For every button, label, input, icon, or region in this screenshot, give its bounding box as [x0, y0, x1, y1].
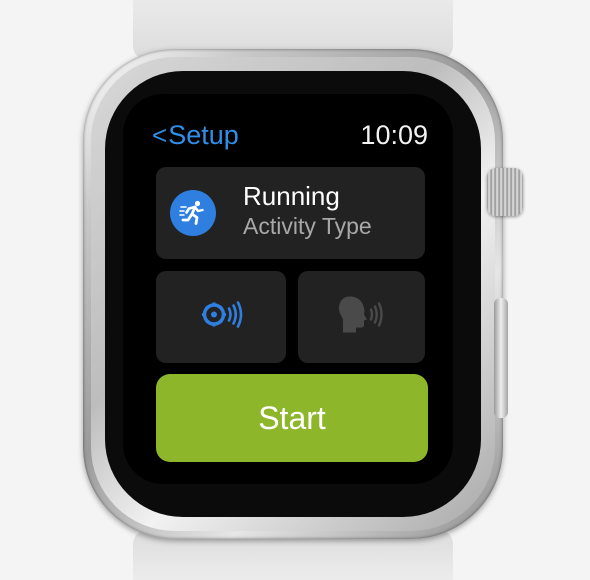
heart-rate-sensor-icon [197, 295, 245, 340]
back-button[interactable]: < Setup [152, 118, 239, 152]
activity-type-button[interactable]: Running Activity Type [156, 167, 425, 259]
voice-feedback-icon [336, 293, 388, 342]
status-bar: < Setup 10:09 [152, 118, 428, 152]
heart-rate-sensor-toggle[interactable] [156, 271, 286, 363]
activity-title: Running [243, 181, 340, 211]
back-label: Setup [168, 120, 239, 150]
voice-feedback-toggle[interactable] [298, 271, 425, 363]
start-button[interactable]: Start [156, 374, 428, 462]
clock-time: 10:09 [360, 120, 428, 150]
digital-crown[interactable] [487, 168, 523, 216]
chevron-left-icon: < [152, 120, 168, 150]
activity-subtitle: Activity Type [243, 213, 372, 239]
running-figure-icon [170, 190, 216, 236]
side-button[interactable] [494, 298, 508, 418]
